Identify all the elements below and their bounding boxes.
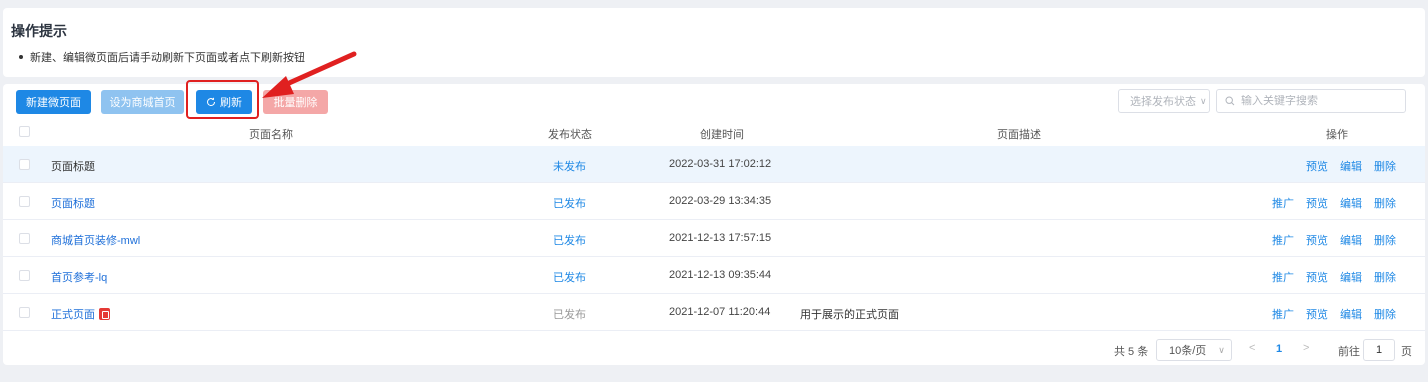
promote-link[interactable]: 推广: [1272, 269, 1294, 285]
page-suffix-label: 页: [1401, 346, 1412, 358]
row-time: 2021-12-07 11:20:44: [669, 306, 771, 318]
preview-link[interactable]: 预览: [1306, 269, 1328, 285]
row-time: 2022-03-31 17:02:12: [669, 158, 772, 170]
annotation-arrow-icon: [262, 51, 357, 98]
row-status: 已发布: [553, 272, 586, 284]
header-desc: 页面描述: [997, 129, 1041, 141]
edit-link[interactable]: 编辑: [1340, 269, 1362, 285]
select-all-checkbox[interactable]: [19, 126, 30, 137]
row-actions: 预览 编辑 删除: [1306, 158, 1396, 174]
prev-page-button[interactable]: <: [1249, 342, 1255, 354]
page-number-current[interactable]: 1: [1276, 343, 1282, 355]
header-time: 创建时间: [700, 129, 744, 141]
row-name[interactable]: 商城首页装修-mwl: [51, 232, 140, 248]
header-status: 发布状态: [548, 129, 592, 141]
goto-page-input[interactable]: 1: [1363, 339, 1395, 361]
promote-link[interactable]: 推广: [1272, 306, 1294, 322]
preview-link[interactable]: 预览: [1306, 158, 1328, 174]
table-row: 商城首页装修-mwl 已发布 2021-12-13 17:57:15 推广 预览…: [3, 220, 1425, 257]
goto-label: 前往: [1338, 346, 1360, 358]
set-home-button[interactable]: 设为商城首页: [101, 90, 184, 114]
table-row: 页面标题 已发布 2022-03-29 13:34:35 推广 预览 编辑 删除: [3, 183, 1425, 220]
row-time: 2022-03-29 13:34:35: [669, 195, 772, 207]
page-size-value: 10条/页: [1169, 345, 1207, 357]
edit-link[interactable]: 编辑: [1340, 306, 1362, 322]
document-badge-icon: [99, 308, 110, 320]
row-status: 已发布: [553, 198, 586, 210]
new-page-button[interactable]: 新建微页面: [16, 90, 91, 114]
bullet-icon: [19, 55, 23, 59]
preview-link[interactable]: 预览: [1306, 195, 1328, 211]
row-actions: 推广 预览 编辑 删除: [1272, 232, 1396, 248]
search-input[interactable]: [1241, 95, 1401, 107]
edit-link[interactable]: 编辑: [1340, 195, 1362, 211]
delete-link[interactable]: 删除: [1374, 195, 1396, 211]
row-time: 2021-12-13 17:57:15: [669, 232, 772, 244]
preview-link[interactable]: 预览: [1306, 306, 1328, 322]
row-actions: 推广 预览 编辑 删除: [1272, 195, 1396, 211]
row-name[interactable]: 页面标题: [51, 195, 95, 211]
row-status: 已发布: [553, 235, 586, 247]
delete-link[interactable]: 删除: [1374, 158, 1396, 174]
promote-link[interactable]: 推广: [1272, 232, 1294, 248]
row-status: 未发布: [553, 161, 586, 173]
chevron-down-icon: ∨: [1200, 95, 1207, 106]
edit-link[interactable]: 编辑: [1340, 158, 1362, 174]
preview-link[interactable]: 预览: [1306, 232, 1328, 248]
header-actions: 操作: [1326, 129, 1348, 141]
status-select-value: 选择发布状态: [1130, 96, 1196, 108]
header-name: 页面名称: [249, 129, 293, 141]
row-name[interactable]: 首页参考-lq: [51, 269, 107, 285]
tips-title: 操作提示: [11, 23, 67, 39]
search-box: [1216, 89, 1406, 113]
page-size-select[interactable]: 10条/页 ∨: [1156, 339, 1232, 361]
row-status: 已发布: [553, 309, 586, 321]
table-row: 首页参考-lq 已发布 2021-12-13 09:35:44 推广 预览 编辑…: [3, 257, 1425, 294]
row-checkbox[interactable]: [19, 196, 30, 207]
row-checkbox[interactable]: [19, 270, 30, 281]
table-header: 页面名称 发布状态 创建时间 页面描述 操作: [3, 120, 1425, 145]
search-icon: [1225, 96, 1235, 106]
row-actions: 推广 预览 编辑 删除: [1272, 269, 1396, 285]
next-page-button[interactable]: >: [1303, 342, 1309, 354]
row-name[interactable]: 页面标题: [51, 158, 95, 174]
status-select[interactable]: 选择发布状态 ∨: [1118, 89, 1210, 113]
row-checkbox[interactable]: [19, 233, 30, 244]
pagination: 共 5 条 10条/页 ∨ < 1 > 前往 1 页: [0, 339, 1428, 361]
row-desc: 用于展示的正式页面: [800, 309, 899, 321]
table-row: 正式页面 已发布 2021-12-07 11:20:44 用于展示的正式页面 推…: [3, 294, 1425, 331]
chevron-down-icon: ∨: [1218, 344, 1225, 355]
row-checkbox[interactable]: [19, 307, 30, 318]
row-actions: 推广 预览 编辑 删除: [1272, 306, 1396, 322]
total-count: 共 5 条: [1114, 346, 1149, 358]
row-name-cell: 正式页面: [51, 306, 110, 322]
highlight-box: [186, 80, 259, 119]
delete-link[interactable]: 删除: [1374, 232, 1396, 248]
delete-link[interactable]: 删除: [1374, 269, 1396, 285]
delete-link[interactable]: 删除: [1374, 306, 1396, 322]
tips-panel: 操作提示 新建、编辑微页面后请手动刷新下页面或者点下刷新按钮: [3, 8, 1425, 77]
promote-link[interactable]: 推广: [1272, 195, 1294, 211]
row-name[interactable]: 正式页面: [51, 306, 95, 322]
edit-link[interactable]: 编辑: [1340, 232, 1362, 248]
table-row: 页面标题 未发布 2022-03-31 17:02:12 预览 编辑 删除: [3, 146, 1425, 183]
row-time: 2021-12-13 09:35:44: [669, 269, 772, 281]
row-checkbox[interactable]: [19, 159, 30, 170]
